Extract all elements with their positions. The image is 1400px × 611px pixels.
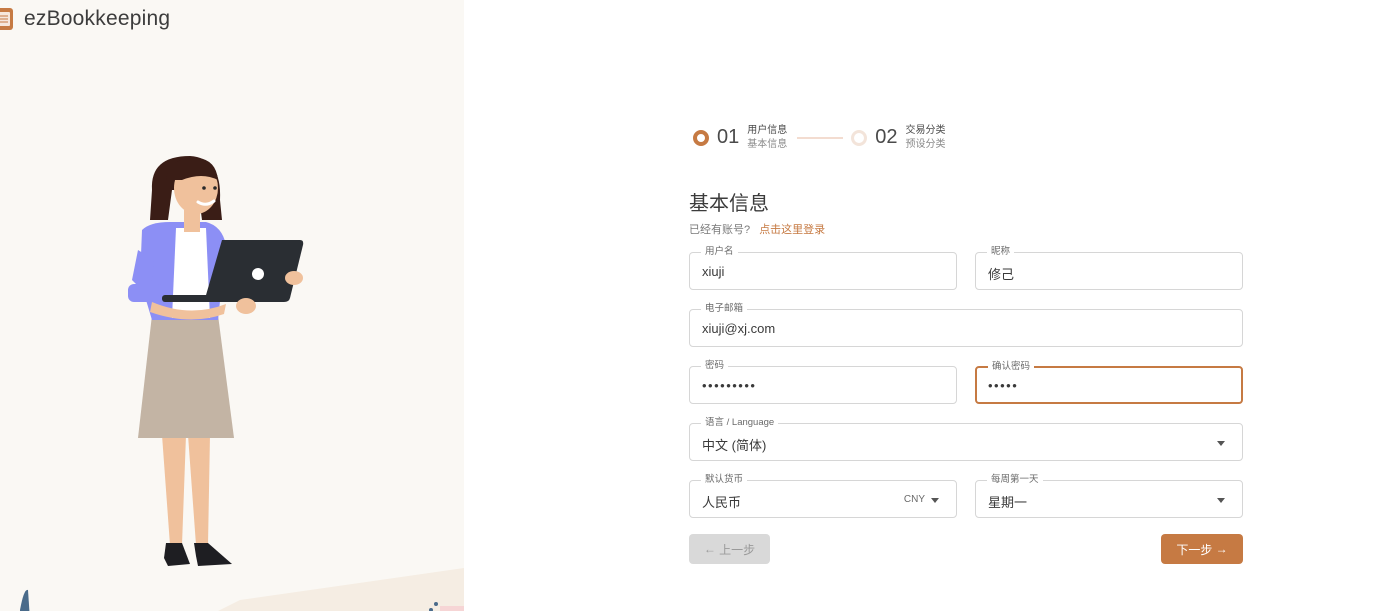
currency-select[interactable]: 默认货币 人民币 CNY xyxy=(689,474,957,518)
step-subtitle: 预设分类 xyxy=(905,139,946,150)
field-label: 昵称 xyxy=(987,246,1015,258)
password-field[interactable]: 密码 ••••••••• xyxy=(689,360,957,404)
password-value: ••••••••• xyxy=(702,378,757,393)
app-logo-icon xyxy=(0,8,13,30)
chevron-down-icon xyxy=(1217,498,1225,503)
field-label: 用户名 xyxy=(701,246,738,258)
field-label: 默认货币 xyxy=(701,474,748,486)
field-label: 语言 / Language xyxy=(701,417,779,429)
field-label: 每周第一天 xyxy=(987,474,1043,486)
first-day-select[interactable]: 每周第一天 星期一 xyxy=(975,474,1243,518)
currency-code: CNY xyxy=(903,494,925,505)
login-link[interactable]: 点击这里登录 xyxy=(759,224,825,236)
confirm-password-value: ••••• xyxy=(988,378,1019,393)
email-field[interactable]: 电子邮箱 xiuji@xj.com xyxy=(689,303,1243,347)
step-number: 01 xyxy=(717,126,740,148)
email-value: xiuji@xj.com xyxy=(702,321,776,336)
step-categories[interactable]: 02 交易分类 预设分类 xyxy=(851,124,946,151)
illustration-panel: ezBookkeeping xyxy=(0,0,464,611)
field-label: 密码 xyxy=(701,360,729,372)
first-day-value: 星期一 xyxy=(988,495,1028,510)
nickname-field[interactable]: 昵称 修己 xyxy=(975,246,1243,290)
step-subtitle: 基本信息 xyxy=(747,139,788,150)
username-field[interactable]: 用户名 xiuji xyxy=(689,246,957,290)
login-prompt-row: 已经有账号? 点击这里登录 xyxy=(689,221,825,237)
brand: ezBookkeeping xyxy=(0,7,170,31)
arrow-left-icon: ← xyxy=(703,542,716,556)
step-user-info[interactable]: 01 用户信息 基本信息 xyxy=(693,124,787,151)
field-label: 电子邮箱 xyxy=(701,303,748,315)
field-label: 确认密码 xyxy=(988,361,1035,373)
username-value: xiuji xyxy=(702,264,725,279)
step-number: 02 xyxy=(875,126,898,148)
language-value: 中文 (简体) xyxy=(702,438,767,453)
chevron-down-icon xyxy=(931,498,939,503)
next-label: 下一步 xyxy=(1176,542,1213,557)
app-name: ezBookkeeping xyxy=(24,7,171,30)
step-inactive-dot-icon xyxy=(851,129,868,146)
step-title: 交易分类 xyxy=(905,125,946,136)
confirm-password-field[interactable]: 确认密码 ••••• xyxy=(975,361,1243,404)
woman-with-laptop-illustration xyxy=(128,156,304,566)
step-title: 用户信息 xyxy=(747,125,788,136)
form-title: 基本信息 xyxy=(689,193,769,215)
prev-step-button[interactable]: ← 上一步 xyxy=(689,534,770,564)
currency-value: 人民币 xyxy=(702,495,742,510)
login-prompt: 已经有账号? xyxy=(689,224,751,236)
step-connector xyxy=(797,136,844,139)
chevron-down-icon xyxy=(1217,441,1225,446)
floor-decoration xyxy=(20,568,464,611)
next-step-button[interactable]: 下一步 → xyxy=(1161,534,1243,564)
step-active-dot-icon xyxy=(693,129,709,146)
nickname-value: 修己 xyxy=(988,267,1015,282)
arrow-right-icon: → xyxy=(1215,542,1228,556)
stepper: 01 用户信息 基本信息 02 交易分类 预设分类 xyxy=(693,124,946,151)
language-select[interactable]: 语言 / Language 中文 (简体) xyxy=(689,417,1243,461)
prev-label: 上一步 xyxy=(719,542,756,557)
